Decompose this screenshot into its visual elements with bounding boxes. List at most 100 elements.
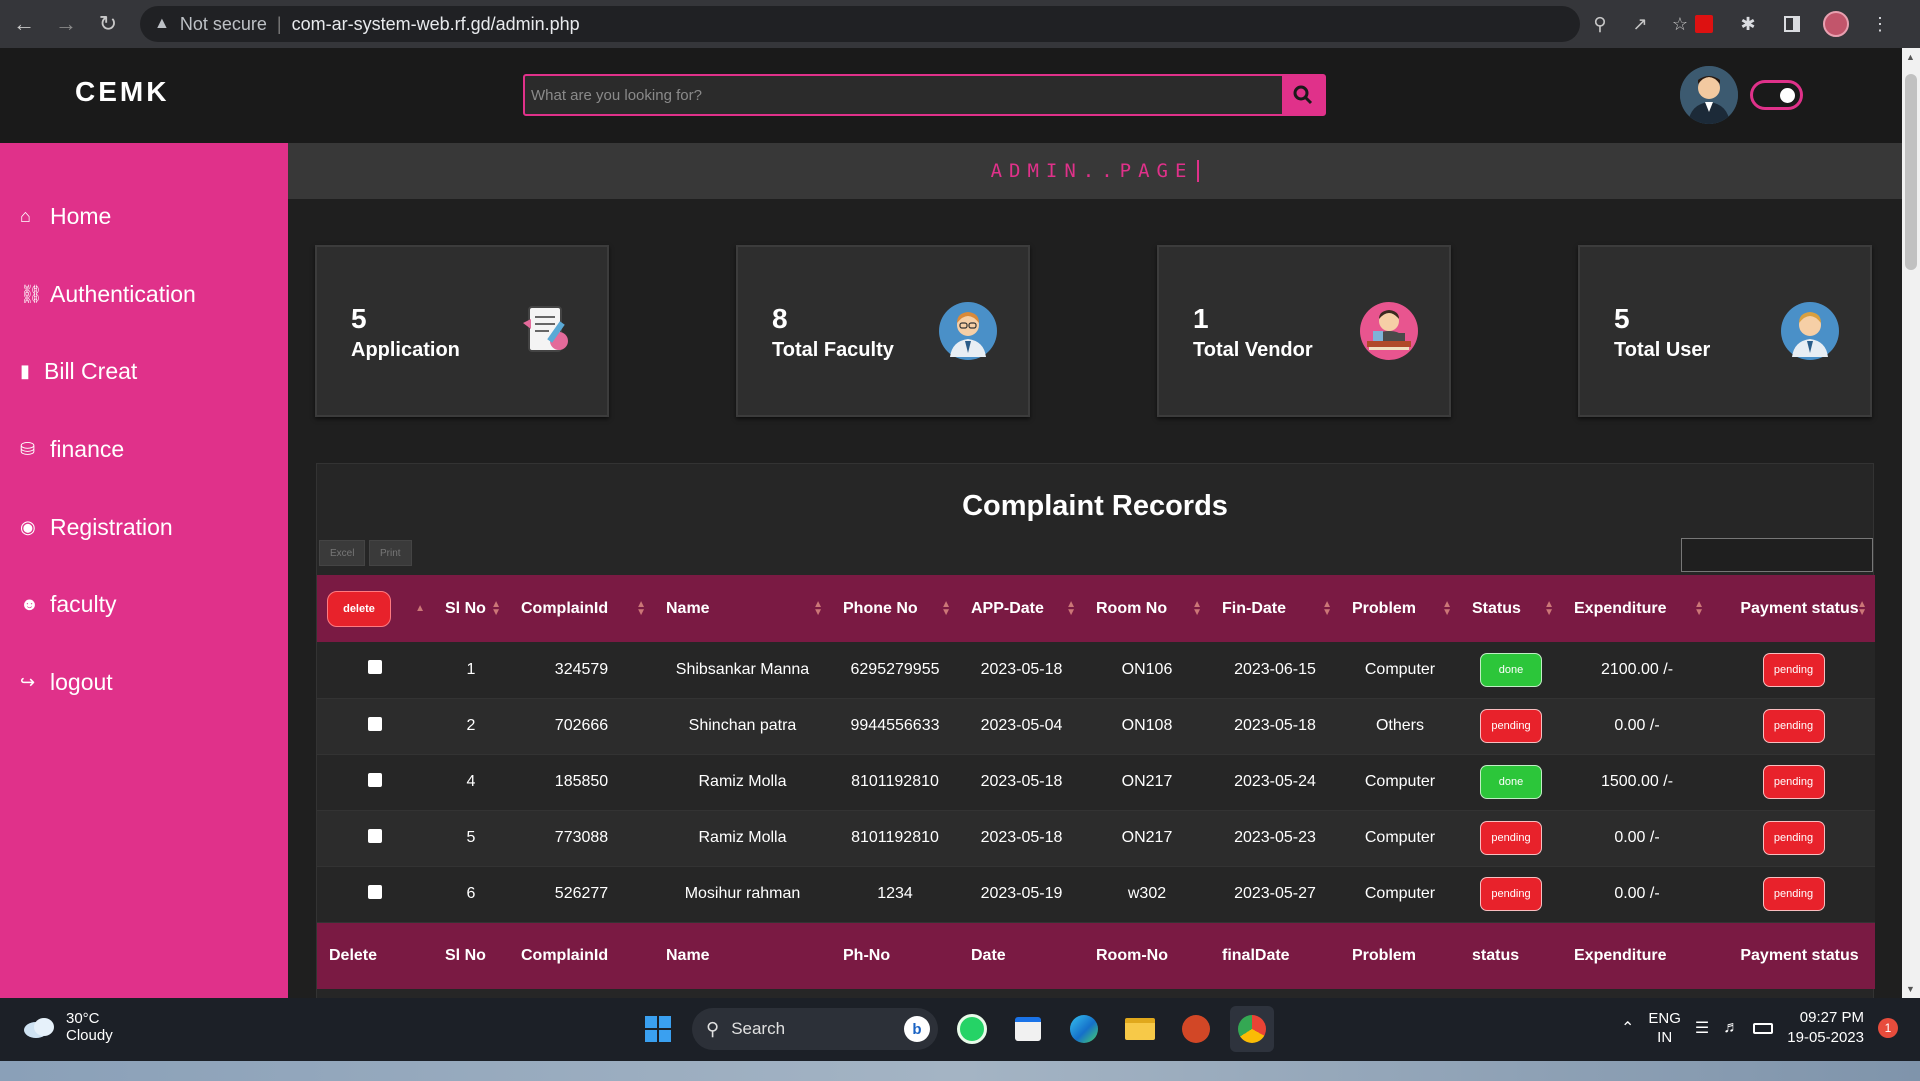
stat-card-total-user[interactable]: 5 Total User xyxy=(1578,245,1872,417)
header-sl-no[interactable]: Sl No ▲ ▼ xyxy=(433,575,509,642)
zoom-icon[interactable]: ⚲ xyxy=(1580,6,1620,42)
reload-icon[interactable]: ↻ xyxy=(90,6,126,42)
stat-card-total-vendor[interactable]: 1 Total Vendor xyxy=(1157,245,1451,417)
row-checkbox-cell xyxy=(317,642,433,698)
volume-icon[interactable]: ♬ xyxy=(1723,1019,1739,1037)
scrollbar-thumb[interactable] xyxy=(1905,74,1917,270)
edge-icon[interactable] xyxy=(1062,1006,1106,1052)
sort-icon[interactable]: ▲ xyxy=(415,603,425,613)
faculty-avatar-icon xyxy=(939,302,997,360)
user-avatar[interactable] xyxy=(1680,66,1738,124)
footer-complain-id: ComplainId xyxy=(521,946,609,964)
chrome-icon[interactable] xyxy=(1230,1006,1274,1052)
taskbar-search[interactable]: ⚲ Search b xyxy=(692,1008,938,1050)
language-indicator[interactable]: ENG IN xyxy=(1648,1009,1681,1047)
whatsapp-icon[interactable] xyxy=(950,1006,994,1052)
table-filter-input[interactable] xyxy=(1681,538,1873,572)
status-badge[interactable]: pending xyxy=(1480,877,1542,911)
footer-payment-status: Payment status xyxy=(1740,946,1859,964)
back-icon[interactable]: ← xyxy=(6,6,42,42)
row-checkbox[interactable] xyxy=(368,716,382,731)
profile-icon[interactable] xyxy=(1816,6,1856,42)
header-complain-id[interactable]: ComplainId ▲ ▼ xyxy=(509,575,654,642)
payment-status-badge[interactable]: pending xyxy=(1762,652,1825,687)
menu-kebab-icon[interactable]: ⋮ xyxy=(1860,6,1900,42)
row-checkbox-cell xyxy=(317,754,433,810)
payment-status-badge[interactable]: pending xyxy=(1762,709,1825,743)
file-explorer-icon[interactable] xyxy=(1118,1006,1162,1052)
table-row: 4 185850 Ramiz Molla 8101192810 2023-05-… xyxy=(317,754,1875,810)
header-problem[interactable]: Problem ▲ ▼ xyxy=(1340,575,1460,642)
row-checkbox[interactable] xyxy=(368,772,382,787)
battery-icon[interactable] xyxy=(1753,1022,1774,1034)
payment-status-badge[interactable]: pending xyxy=(1762,877,1825,911)
delete-button[interactable]: delete xyxy=(327,590,391,627)
sidebar-item-label: Registration xyxy=(50,514,173,540)
sidebar-item-home[interactable]: ⌂ Home xyxy=(20,203,111,230)
excel-button[interactable]: Excel xyxy=(319,540,366,566)
sidebar-item-label: Authentication xyxy=(50,281,196,307)
row-checkbox[interactable] xyxy=(368,884,382,899)
payment-status-badge[interactable]: pending xyxy=(1762,821,1825,855)
side-panel-icon[interactable] xyxy=(1772,6,1812,42)
print-button[interactable]: Print xyxy=(369,540,412,566)
cloud-icon xyxy=(24,1018,54,1038)
complaint-records-panel: Complaint Records Excel Print delete ▲ Sl… xyxy=(316,463,1875,1003)
sort-icon: ▲ ▼ xyxy=(1857,598,1867,618)
clock[interactable]: 09:27 PM 19-05-2023 xyxy=(1787,1008,1864,1048)
extension-pdf-icon[interactable] xyxy=(1684,6,1724,42)
cell-app-date: 2023-05-18 xyxy=(980,660,1063,678)
brand-logo[interactable]: CEMK xyxy=(75,76,169,108)
wifi-icon[interactable]: ☰ xyxy=(1695,1018,1709,1038)
notification-badge[interactable]: 1 xyxy=(1878,1018,1898,1038)
sidebar-item-authentication[interactable]: ⛓ Authentication xyxy=(20,281,196,308)
stat-card-total-faculty[interactable]: 8 Total Faculty xyxy=(736,245,1030,417)
header-fin-date[interactable]: Fin-Date ▲ ▼ xyxy=(1210,575,1340,642)
header-payment-status[interactable]: Payment status ▲ ▼ xyxy=(1712,575,1875,642)
sidebar-item-logout[interactable]: ↪ logout xyxy=(20,669,113,696)
cell-fin-date: 2023-05-23 xyxy=(1234,829,1316,846)
stat-label: Total Faculty xyxy=(772,339,894,361)
sidebar-item-finance[interactable]: ⛁ finance xyxy=(20,436,124,463)
row-checkbox[interactable] xyxy=(368,828,382,843)
sidebar-item-faculty[interactable]: ☻ faculty xyxy=(20,591,116,618)
store-icon[interactable] xyxy=(1006,1006,1050,1052)
sidebar-item-registration[interactable]: ◉ Registration xyxy=(20,514,173,541)
powerpoint-icon[interactable] xyxy=(1174,1006,1218,1052)
status-badge[interactable]: pending xyxy=(1480,709,1542,743)
scroll-down-icon[interactable]: ▼ xyxy=(1906,984,1915,994)
scroll-up-icon[interactable]: ▲ xyxy=(1906,52,1915,62)
stat-card-application[interactable]: 5 Application xyxy=(315,245,609,417)
address-bar[interactable]: ▲ Not secure | com-ar-system-web.rf.gd/a… xyxy=(140,6,1580,42)
header-room-no[interactable]: Room No ▲ ▼ xyxy=(1084,575,1210,642)
header-status[interactable]: Status ▲ ▼ xyxy=(1460,575,1562,642)
footer-date: Date xyxy=(971,946,1006,964)
sort-icon: ▲ ▼ xyxy=(1192,598,1202,618)
theme-toggle[interactable] xyxy=(1750,80,1803,110)
search-input[interactable] xyxy=(525,76,1282,114)
stat-value: 5 xyxy=(351,303,367,334)
page-scrollbar[interactable]: ▲ ▼ xyxy=(1902,48,1920,998)
weather-widget[interactable]: 30°C Cloudy xyxy=(22,1010,113,1044)
footer-room-no: Room-No xyxy=(1096,946,1168,964)
sidebar-item-bill-creat[interactable]: ▮ Bill Creat xyxy=(20,358,137,385)
share-icon[interactable]: ↗ xyxy=(1620,6,1660,42)
row-checkbox[interactable] xyxy=(368,660,382,675)
search-button[interactable] xyxy=(1282,76,1324,114)
header-name[interactable]: Name ▲ ▼ xyxy=(654,575,831,642)
chevron-up-icon[interactable]: ⌃ xyxy=(1621,1018,1634,1038)
header-phone-no[interactable]: Phone No ▲ ▼ xyxy=(831,575,959,642)
header-app-date[interactable]: APP-Date ▲ ▼ xyxy=(959,575,1084,642)
windows-start-icon[interactable] xyxy=(636,1006,680,1052)
header-expenditure[interactable]: Expenditure ▲ ▼ xyxy=(1562,575,1712,642)
system-tray: ⌃ ENG IN ☰ ♬ 09:27 PM 19-05-2023 1 xyxy=(1621,1008,1898,1048)
status-badge[interactable]: done xyxy=(1480,652,1542,687)
site-header: CEMK xyxy=(0,48,1902,143)
cell-complain-id: 773088 xyxy=(554,829,609,846)
extensions-puzzle-icon[interactable]: ✱ xyxy=(1728,6,1768,42)
status-badge[interactable]: done xyxy=(1480,765,1542,799)
page-title: ADMIN..PAGE xyxy=(991,160,1200,182)
forward-icon[interactable]: → xyxy=(48,6,84,42)
status-badge[interactable]: pending xyxy=(1480,821,1542,855)
payment-status-badge[interactable]: pending xyxy=(1762,765,1825,799)
